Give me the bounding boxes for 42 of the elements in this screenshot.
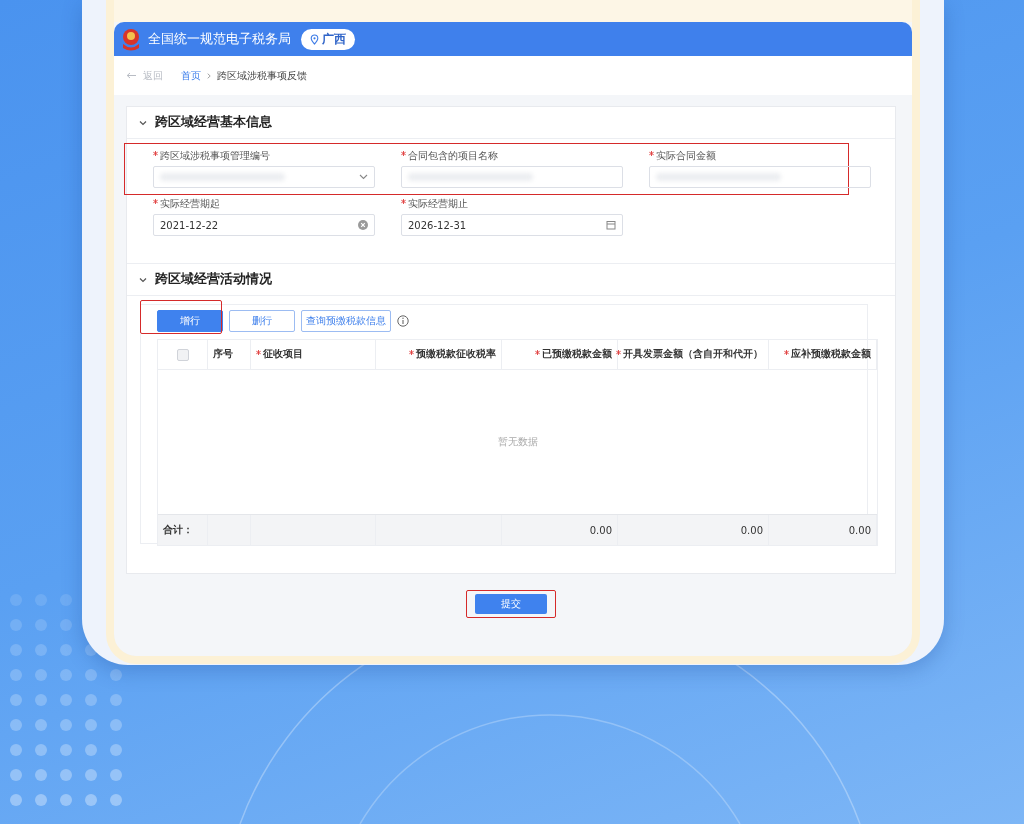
chevron-icon[interactable] — [139, 276, 147, 283]
field-label: 跨区域涉税事项管理编号 — [160, 149, 270, 163]
chevron-down-icon — [359, 174, 368, 180]
column-header: 序号 — [213, 348, 233, 361]
clear-icon[interactable] — [358, 220, 368, 230]
date-field[interactable]: 2021-12-22 — [153, 214, 375, 236]
chevron-icon[interactable] — [139, 119, 147, 126]
back-arrow-icon[interactable] — [126, 72, 137, 79]
column-header: 征收项目 — [263, 348, 303, 361]
emblem-icon — [120, 27, 142, 51]
field-label: 合同包含的项目名称 — [408, 149, 498, 163]
total-value: 0.00 — [848, 524, 871, 536]
toolbar-button[interactable]: 查询预缴税款信息 — [301, 310, 391, 332]
column-header: 已预缴税款金额 — [542, 348, 612, 361]
column-header: 预缴税款征收税率 — [416, 348, 496, 361]
column-header: 应补预缴税款金额 — [791, 348, 871, 361]
location-pin-icon — [310, 33, 319, 45]
toolbar-button[interactable]: 增行 — [157, 310, 223, 332]
field-label: 实际经营期起 — [160, 197, 220, 211]
column-header: 开具发票金额（含自开和代开） — [623, 348, 763, 361]
submit-button[interactable]: 提交 — [475, 594, 547, 614]
checkbox[interactable] — [176, 348, 189, 361]
field-label: 实际经营期止 — [408, 197, 468, 211]
section-title: 跨区域经营基本信息 — [155, 114, 272, 131]
input-field[interactable] — [401, 166, 623, 188]
total-value: 0.00 — [589, 524, 612, 536]
toolbar-button[interactable]: 删行 — [229, 310, 295, 332]
empty-message: 暂无数据 — [497, 435, 538, 449]
total-label: 合计： — [163, 523, 193, 537]
field-label: 实际合同金额 — [656, 149, 716, 163]
breadcrumb-item[interactable]: 首页 — [181, 68, 201, 83]
total-value: 0.00 — [740, 524, 763, 536]
site-title: 全国统一规范电子税务局 — [148, 30, 291, 48]
breadcrumb-item: 跨区域涉税事项反馈 — [217, 68, 307, 83]
dropdown-field[interactable] — [153, 166, 375, 188]
input-field[interactable] — [649, 166, 871, 188]
region-selector[interactable]: 广西 — [301, 28, 355, 50]
chevron-right-icon — [207, 72, 211, 79]
info-icon[interactable] — [397, 315, 409, 327]
calendar-icon[interactable] — [606, 220, 616, 230]
date-field[interactable]: 2026-12-31 — [401, 214, 623, 236]
section-title: 跨区域经营活动情况 — [155, 271, 272, 288]
